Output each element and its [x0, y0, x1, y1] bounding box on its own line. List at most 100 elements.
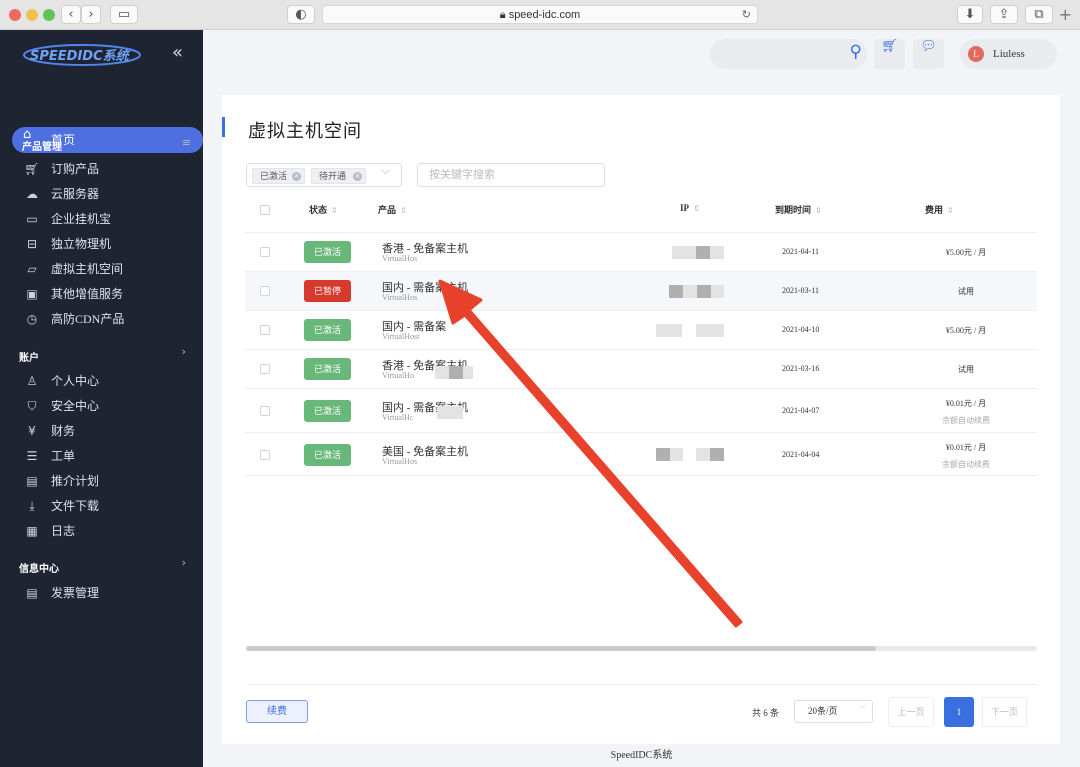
column-label: 费用: [925, 205, 944, 215]
column-fee[interactable]: 费用 ⇕: [925, 203, 954, 216]
tabs-overview-icon[interactable]: ⧉: [1025, 5, 1053, 24]
sidebar-item-dedicated-server[interactable]: ⊟ 独立物理机: [22, 235, 111, 253]
downloads-icon[interactable]: ⬇: [957, 5, 983, 24]
table-row[interactable]: 已暂停 国内 - 需备案主机 VirtualHos 2021-03-11 试用: [245, 271, 1037, 310]
keyword-search-input[interactable]: [417, 163, 605, 187]
ip-redacted: [437, 406, 451, 419]
global-search[interactable]: ⚲: [710, 39, 867, 69]
sidebar-item-virtual-hosting[interactable]: ▱ 虚拟主机空间: [22, 260, 123, 278]
cloud-icon: ☁: [26, 187, 38, 201]
row-checkbox[interactable]: [260, 450, 270, 460]
chevron-down-icon[interactable]: ⌵: [370, 163, 402, 187]
messages-button[interactable]: 💬︎: [913, 39, 944, 69]
status-badge: 已激活: [304, 400, 351, 422]
column-status[interactable]: 状态 ⇕: [309, 203, 338, 216]
row-checkbox[interactable]: [260, 286, 270, 296]
product-type: VirtualHos: [382, 293, 418, 302]
sidebar-item-tickets[interactable]: ☰ 工单: [22, 447, 75, 465]
ip-redacted: [451, 406, 463, 419]
table-row[interactable]: 已激活 香港 - 免备案主机 VirtualHos 2021-04-11 ¥5.…: [245, 232, 1037, 271]
sidebar-toggle-icon[interactable]: ▭: [110, 5, 138, 24]
svg-text:SPEEDIDC系统: SPEEDIDC系统: [30, 48, 131, 64]
sidebar-item-cdn[interactable]: ◷ 高防CDN产品: [22, 310, 125, 328]
column-product[interactable]: 产品 ⇕: [378, 203, 407, 216]
status-badge: 已激活: [304, 444, 351, 466]
table-row[interactable]: 已激活 国内 - 需备案 VirtualHost 2021-04-10 ¥5.0…: [245, 310, 1037, 349]
sidebar-item-invoice[interactable]: ▤ 发票管理: [22, 584, 99, 602]
sidebar-item-label: 高防CDN产品: [51, 312, 125, 326]
prev-page-button[interactable]: 上一页: [888, 697, 934, 727]
fee: 试用: [958, 365, 974, 374]
row-checkbox[interactable]: [260, 406, 270, 416]
divider: [246, 684, 1037, 685]
collapse-sidebar-icon[interactable]: «: [172, 42, 183, 63]
reload-icon[interactable]: ↻: [742, 6, 751, 24]
ip-redacted: [710, 246, 724, 259]
ip-redacted: [697, 285, 711, 298]
forward-icon[interactable]: ›: [81, 5, 101, 24]
new-tab-icon[interactable]: +: [1059, 5, 1072, 24]
column-expire[interactable]: 到期时间 ⇕: [775, 203, 822, 216]
scrollbar-thumb[interactable]: [246, 646, 876, 651]
product-type: VirtualHos: [382, 254, 418, 263]
speedidc-logo: SPEEDIDC系统: [23, 44, 141, 66]
ip-redacted: [683, 285, 697, 298]
table-row[interactable]: 已激活 国内 - 需备案主机 VirtualHc 2021-04-07 ¥0.0…: [245, 388, 1037, 432]
horizontal-scrollbar[interactable]: [246, 646, 1037, 651]
table-row[interactable]: 已激活 美国 - 免备案主机 VirtualHos 2021-04-04 ¥0.…: [245, 432, 1037, 476]
column-ip[interactable]: IP ⇕: [680, 203, 700, 213]
cart-button[interactable]: 🛒︎: [874, 39, 905, 69]
ip-redacted: [711, 285, 724, 298]
row-checkbox[interactable]: [260, 364, 270, 374]
row-checkbox[interactable]: [260, 247, 270, 257]
user-menu[interactable]: L Liuless: [960, 39, 1057, 69]
sidebar-item-enterprise-vps[interactable]: ▭ 企业挂机宝: [22, 210, 111, 228]
remove-tag-icon[interactable]: ×: [353, 172, 362, 181]
sidebar-item-security[interactable]: ⛉ 安全中心: [22, 397, 99, 415]
menu-icon[interactable]: ≡: [182, 136, 191, 149]
row-checkbox[interactable]: [260, 325, 270, 335]
chevron-right-icon[interactable]: ›: [182, 345, 186, 358]
sidebar-item-label: 日志: [51, 524, 76, 538]
search-icon[interactable]: ⚲: [850, 42, 862, 62]
page-1-button[interactable]: 1: [944, 697, 974, 727]
remove-tag-icon[interactable]: ×: [292, 172, 301, 181]
close-window-button[interactable]: [9, 9, 21, 21]
sidebar-item-profile[interactable]: ♙ 个人中心: [22, 372, 99, 390]
section-account: 账户: [19, 353, 39, 364]
sidebar-item-referral[interactable]: ▤ 推介计划: [22, 472, 99, 490]
sidebar-item-downloads[interactable]: ⤓ 文件下载: [22, 497, 99, 515]
sort-icon[interactable]: ⇕: [693, 204, 700, 213]
referral-icon: ▤: [26, 474, 38, 488]
status-badge: 已激活: [304, 241, 351, 263]
section-product-management: 产品管理: [22, 142, 62, 153]
select-all-checkbox[interactable]: [260, 205, 270, 215]
sidebar-item-cloud-server[interactable]: ☁ 云服务器: [22, 185, 99, 203]
avatar: L: [968, 46, 984, 62]
ip-redacted: [463, 366, 473, 379]
sort-icon[interactable]: ⇕: [947, 206, 954, 215]
back-icon[interactable]: ‹: [61, 5, 81, 24]
sidebar-item-logs[interactable]: ▦ 日志: [22, 522, 75, 540]
sort-icon[interactable]: ⇕: [400, 206, 407, 215]
sort-icon[interactable]: ⇕: [331, 206, 338, 215]
sidebar-item-finance[interactable]: ¥ 财务: [22, 422, 75, 440]
privacy-shield-icon[interactable]: ◐: [287, 5, 315, 24]
maximize-window-button[interactable]: [43, 9, 55, 21]
product-type: VirtualHc: [382, 413, 414, 422]
share-icon[interactable]: ⇪: [990, 5, 1018, 24]
sidebar-item-value-added[interactable]: ▣ 其他增值服务: [22, 285, 123, 303]
minimize-window-button[interactable]: [26, 9, 38, 21]
user-icon: ♙: [26, 374, 38, 388]
chevron-right-icon[interactable]: ›: [182, 556, 186, 569]
renew-button[interactable]: 续费: [246, 700, 308, 723]
next-page-button[interactable]: 下一页: [982, 697, 1027, 727]
sidebar-item-label: 文件下载: [51, 499, 100, 513]
chat-icon: 💬︎: [920, 39, 937, 54]
product-type: VirtualHo: [382, 371, 414, 380]
sort-icon[interactable]: ⇕: [815, 206, 822, 215]
sidebar-item-order-product[interactable]: 🛒︎ 订购产品: [22, 160, 99, 178]
table-row[interactable]: 已激活 香港 - 免备案主机 VirtualHo 2021-03-16 试用: [245, 349, 1037, 388]
address-bar[interactable]: 🔒︎ speed-idc.com ↻: [322, 5, 758, 24]
page-size-select[interactable]: 20条/页 ⌵: [794, 700, 873, 723]
